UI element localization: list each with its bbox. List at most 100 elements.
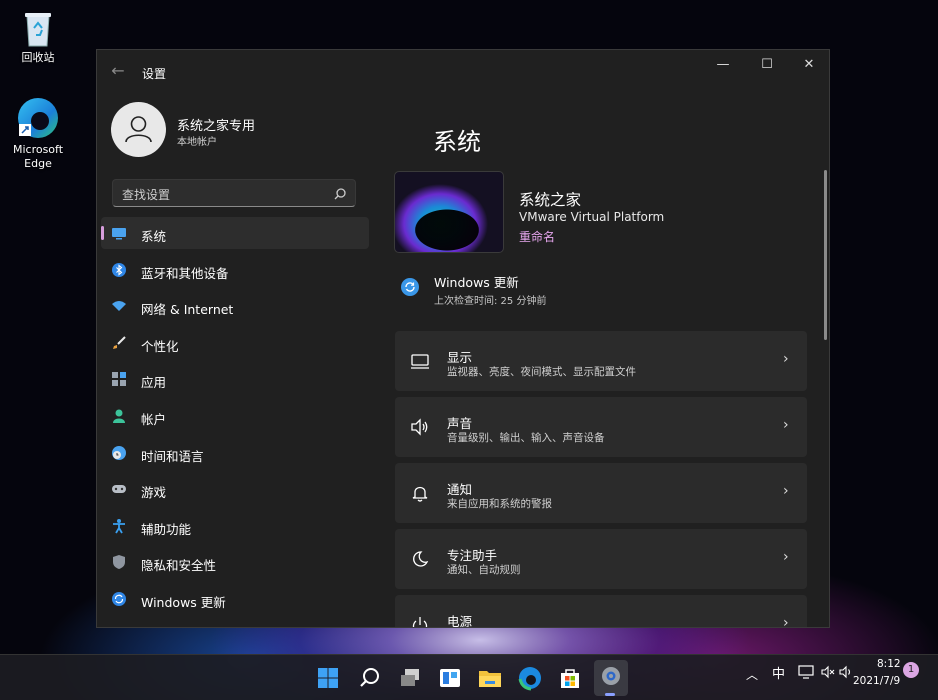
card-focus-assist[interactable]: 专注助手 通知、自动规则 ›: [395, 529, 807, 589]
nav-label: 时间和语言: [141, 448, 204, 464]
chevron-right-icon: ›: [783, 351, 789, 367]
nav-item-personalization[interactable]: 个性化: [101, 327, 369, 359]
bell-icon: [409, 483, 431, 503]
search-icon[interactable]: [333, 186, 347, 200]
edge-icon: [518, 667, 541, 691]
maximize-button[interactable]: ☐: [747, 54, 787, 76]
window-title: 设置: [142, 67, 167, 81]
card-notifications[interactable]: 通知 来自应用和系统的警报 ›: [395, 463, 807, 523]
recycle-bin-shortcut[interactable]: 回收站: [8, 8, 68, 65]
recycle-bin-label: 回收站: [21, 51, 55, 64]
accessibility-icon: [111, 518, 127, 534]
scrollbar[interactable]: [824, 170, 827, 340]
widgets-button[interactable]: [434, 662, 466, 694]
settings-window: ← 设置 — ☐ ✕ 系统之家专用 本地帐户 查找设置 系统 蓝牙和其他设备 网…: [96, 49, 830, 628]
nav-item-accounts[interactable]: 帐户: [101, 400, 369, 432]
windows-update-icon: [401, 278, 419, 296]
clock-time[interactable]: 8:12: [877, 658, 901, 670]
page-title: 系统: [433, 128, 481, 156]
task-view-button[interactable]: [394, 662, 426, 694]
nav-item-windows-update[interactable]: Windows 更新: [101, 583, 369, 615]
device-model: VMware Virtual Platform: [519, 210, 665, 224]
card-subtitle: 音量级别、输出、输入、声音设备: [447, 432, 605, 444]
gamepad-icon: [111, 481, 127, 497]
sidebar-nav: 系统 蓝牙和其他设备 网络 & Internet 个性化 应用 帐户 时间和语言…: [101, 217, 369, 620]
speaker-tray-icon[interactable]: [838, 664, 854, 680]
nav-label: 应用: [141, 375, 167, 391]
store-button[interactable]: [554, 662, 586, 694]
shield-icon: [111, 554, 127, 570]
device-name: 系统之家: [519, 191, 582, 209]
card-display[interactable]: 显示 监视器、亮度、夜间模式、显示配置文件 ›: [395, 331, 807, 391]
windows-update-link[interactable]: Windows 更新: [434, 272, 519, 291]
nav-item-privacy[interactable]: 隐私和安全性: [101, 546, 369, 578]
settings-icon: [602, 667, 620, 685]
display-icon: [409, 351, 431, 371]
clock-globe-icon: [111, 445, 127, 461]
nav-label: 系统: [141, 229, 167, 244]
card-sound[interactable]: 声音 音量级别、输出、输入、声音设备 ›: [395, 397, 807, 457]
start-icon: [318, 668, 338, 688]
notification-badge[interactable]: 1: [903, 662, 919, 678]
start-button[interactable]: [312, 662, 344, 694]
nav-label: 蓝牙和其他设备: [141, 265, 229, 281]
nav-label: 帐户: [141, 411, 167, 427]
card-title: 电源: [447, 614, 473, 628]
nav-item-bluetooth[interactable]: 蓝牙和其他设备: [101, 254, 369, 286]
taskbar-search-button[interactable]: [353, 662, 385, 694]
recycle-bin-icon: [22, 8, 54, 48]
volume-icon[interactable]: [820, 664, 836, 680]
nav-item-accessibility[interactable]: 辅助功能: [101, 510, 369, 542]
clock-date[interactable]: 2021/7/9: [853, 675, 900, 687]
bluetooth-icon: [111, 262, 127, 278]
monitor-icon: [111, 225, 127, 241]
chevron-right-icon: ›: [783, 549, 789, 565]
user-profile[interactable]: 系统之家专用 本地帐户: [111, 102, 371, 158]
nav-item-network[interactable]: 网络 & Internet: [101, 290, 369, 322]
brush-icon: [111, 335, 127, 351]
active-indicator: [605, 693, 615, 696]
update-icon: [111, 591, 127, 607]
rename-link[interactable]: 重命名: [519, 228, 555, 245]
tray-overflow-chevron-icon[interactable]: ︿: [746, 666, 758, 683]
nav-item-time-language[interactable]: 时间和语言: [101, 437, 369, 469]
nav-label: 辅助功能: [141, 521, 192, 537]
device-wallpaper-thumbnail: [394, 171, 504, 253]
moon-icon: [409, 549, 431, 569]
nav-item-gaming[interactable]: 游戏: [101, 473, 369, 505]
nav-item-apps[interactable]: 应用: [101, 363, 369, 395]
edge-label: Microsoft Edge: [12, 143, 64, 170]
card-subtitle: 通知、自动规则: [447, 564, 521, 576]
network-icon[interactable]: [798, 664, 814, 680]
store-icon: [561, 669, 579, 688]
settings-search-input[interactable]: 查找设置: [112, 179, 356, 207]
nav-label: 网络 & Internet: [141, 302, 234, 318]
search-icon: [360, 668, 379, 687]
power-icon: [409, 615, 431, 627]
settings-taskbar-button[interactable]: [594, 660, 628, 696]
ime-indicator[interactable]: 中: [772, 663, 785, 682]
account-type: 本地帐户: [177, 137, 217, 148]
nav-item-system[interactable]: 系统: [101, 217, 369, 249]
edge-shortcut[interactable]: Microsoft Edge: [8, 96, 68, 171]
card-power[interactable]: 电源 ›: [395, 595, 807, 628]
apps-icon: [111, 371, 127, 387]
nav-label: Windows 更新: [141, 594, 226, 610]
user-avatar-icon: [111, 102, 166, 157]
windows-update-status: 上次检查时间: 25 分钟前: [434, 296, 547, 307]
nav-label: 隐私和安全性: [141, 558, 217, 574]
user-name: 系统之家专用: [177, 119, 256, 134]
card-subtitle: 来自应用和系统的警报: [447, 498, 552, 510]
edge-taskbar-button[interactable]: [514, 662, 546, 694]
back-arrow-icon[interactable]: ←: [109, 62, 127, 80]
close-button[interactable]: ✕: [789, 54, 829, 76]
file-explorer-button[interactable]: [474, 662, 506, 694]
wifi-icon: [111, 298, 127, 314]
title-bar[interactable]: ← 设置 — ☐ ✕: [97, 50, 829, 94]
speaker-icon: [409, 417, 431, 437]
chevron-right-icon: ›: [783, 615, 789, 628]
settings-cards: 显示 监视器、亮度、夜间模式、显示配置文件 › 声音 音量级别、输出、输入、声音…: [395, 331, 807, 628]
chevron-right-icon: ›: [783, 417, 789, 433]
minimize-button[interactable]: —: [703, 54, 743, 76]
nav-label: 游戏: [141, 485, 167, 501]
